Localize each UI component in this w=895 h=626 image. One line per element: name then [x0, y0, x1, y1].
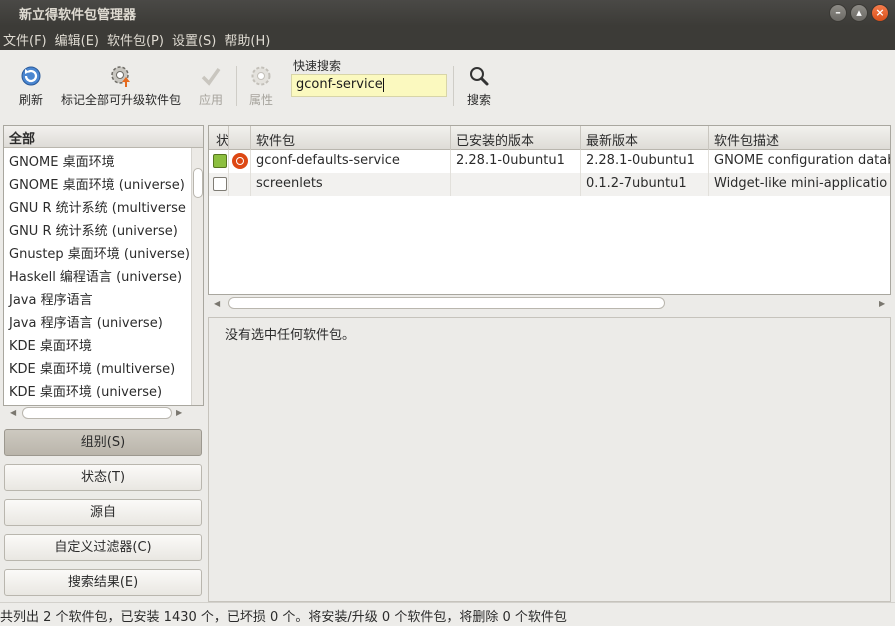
quick-search-input[interactable]: gconf-service	[291, 74, 447, 97]
maximize-button[interactable]: ▴	[850, 4, 868, 22]
ubuntu-supported-icon	[232, 153, 248, 169]
section-item[interactable]: KDE 桌面环境 (universe)	[4, 378, 203, 401]
search-label: 搜索	[466, 93, 491, 107]
toolbar-separator	[236, 66, 237, 106]
section-item[interactable]: GNOME 桌面环境	[4, 148, 203, 171]
minimize-button[interactable]: –	[829, 4, 847, 22]
mark-upgrades-label: 标记全部可升级软件包	[60, 93, 181, 107]
package-name[interactable]: screenlets	[251, 173, 451, 196]
window-controls: – ▴ ×	[829, 4, 889, 22]
section-list-hscrollbar[interactable]: ◀ ▶	[4, 405, 204, 421]
table-header: 状 软件包 已安装的版本 最新版本 软件包描述	[209, 126, 890, 150]
scroll-thumb[interactable]	[22, 407, 172, 419]
menu-package[interactable]: 软件包(P)	[104, 26, 169, 50]
section-item[interactable]: GNU R 统计系统 (multiverse	[4, 194, 203, 217]
text-caret	[382, 77, 384, 92]
column-support[interactable]	[229, 126, 251, 150]
section-item[interactable]: Haskell 编程语言 (universe)	[4, 263, 203, 286]
column-description[interactable]: 软件包描述	[709, 126, 890, 150]
properties-label: 属性	[248, 93, 273, 107]
package-description: GNOME configuration datab	[714, 153, 891, 168]
mark-upgrades-icon	[111, 66, 130, 87]
quick-search-label: 快速搜索	[293, 59, 342, 73]
section-item[interactable]: Java 程序语言	[4, 286, 203, 309]
menu-settings[interactable]: 设置(S)	[169, 26, 221, 50]
scroll-thumb[interactable]	[193, 168, 203, 198]
quick-search-value: gconf-service	[296, 77, 383, 92]
table-row[interactable]: gconf-defaults-service 2.28.1-0ubuntu1 2…	[209, 150, 890, 173]
table-row[interactable]: screenlets 0.1.2-7ubuntu1 Widget-like mi…	[209, 173, 890, 196]
reload-button[interactable]: 刷新	[14, 62, 48, 108]
installed-checkbox[interactable]	[213, 154, 227, 168]
search-results-button[interactable]: 搜索结果(E)	[4, 569, 202, 596]
package-details-pane: 没有选中任何软件包。	[208, 317, 891, 602]
support-cell	[229, 173, 251, 196]
scroll-left-icon[interactable]: ◀	[214, 299, 220, 308]
apply-icon	[201, 67, 221, 86]
mark-upgrades-button[interactable]: 标记全部可升级软件包	[55, 62, 187, 108]
details-text: 没有选中任何软件包。	[225, 328, 356, 343]
section-item[interactable]: Java 程序语言 (universe)	[4, 309, 203, 332]
status-cell[interactable]	[209, 150, 229, 173]
section-list-header[interactable]: 全部	[4, 126, 203, 148]
package-name[interactable]: gconf-defaults-service	[251, 150, 451, 173]
section-item[interactable]: KDE 桌面环境 (multiverse)	[4, 355, 203, 378]
scroll-right-icon[interactable]: ▶	[879, 299, 885, 308]
installed-version: 2.28.1-0ubuntu1	[451, 150, 581, 173]
apply-button[interactable]: 应用	[195, 62, 227, 108]
search-button[interactable]: 搜索	[463, 62, 495, 108]
toolbar: 刷新 标记全部可升级软件包 应用 属性 搜索	[0, 50, 895, 120]
toolbar-separator	[453, 66, 454, 106]
latest-version: 2.28.1-0ubuntu1	[581, 150, 709, 173]
not-installed-checkbox[interactable]	[213, 177, 227, 191]
section-item[interactable]: KDE 桌面环境	[4, 332, 203, 355]
section-item[interactable]: Gnustep 桌面环境 (universe)	[4, 240, 203, 263]
status-cell[interactable]	[209, 173, 229, 196]
column-installed-version[interactable]: 已安装的版本	[451, 126, 581, 150]
installed-version	[451, 173, 581, 196]
support-cell	[229, 150, 251, 173]
status-filter-button[interactable]: 状态(T)	[4, 464, 202, 491]
column-package[interactable]: 软件包	[251, 126, 451, 150]
section-item[interactable]: GNOME 桌面环境 (universe)	[4, 171, 203, 194]
package-table-hscrollbar[interactable]: ◀ ▶	[208, 295, 891, 311]
origin-filter-button[interactable]: 源自	[4, 499, 202, 526]
package-table[interactable]: 状 软件包 已安装的版本 最新版本 软件包描述 gconf-defaults-s…	[208, 125, 891, 295]
reload-icon	[21, 66, 41, 86]
column-status[interactable]: 状	[209, 126, 229, 150]
scroll-left-icon[interactable]: ◀	[10, 408, 16, 417]
status-bar: 共列出 2 个软件包，已安装 1430 个，已坏损 0 个。将安装/升级 0 个…	[0, 602, 895, 626]
properties-icon	[251, 66, 271, 86]
scroll-right-icon[interactable]: ▶	[176, 408, 182, 417]
search-icon	[470, 67, 489, 86]
close-button[interactable]: ×	[871, 4, 889, 22]
title-bar: 新立得软件包管理器 – ▴ ×	[0, 0, 895, 26]
apply-label: 应用	[198, 93, 223, 107]
latest-version: 0.1.2-7ubuntu1	[581, 173, 709, 196]
menu-help[interactable]: 帮助(H)	[221, 26, 275, 50]
reload-label: 刷新	[18, 93, 43, 107]
column-latest-version[interactable]: 最新版本	[581, 126, 709, 150]
menu-edit[interactable]: 编辑(E)	[52, 26, 104, 50]
sections-filter-button[interactable]: 组别(S)	[4, 429, 202, 456]
package-description: Widget-like mini-applicatio	[714, 176, 888, 191]
custom-filter-button[interactable]: 自定义过滤器(C)	[4, 534, 202, 561]
section-list-vscrollbar[interactable]	[191, 148, 203, 405]
properties-button[interactable]: 属性	[245, 62, 277, 108]
section-item[interactable]: GNU R 统计系统 (universe)	[4, 217, 203, 240]
menu-bar: 文件(F) 编辑(E) 软件包(P) 设置(S) 帮助(H)	[0, 26, 895, 50]
menu-file[interactable]: 文件(F)	[0, 26, 52, 50]
scroll-thumb[interactable]	[228, 297, 665, 309]
window-title: 新立得软件包管理器	[19, 8, 137, 23]
section-list[interactable]: 全部 GNOME 桌面环境 GNOME 桌面环境 (universe) GNU …	[3, 125, 204, 406]
status-text: 共列出 2 个软件包，已安装 1430 个，已坏损 0 个。将安装/升级 0 个…	[0, 610, 567, 625]
